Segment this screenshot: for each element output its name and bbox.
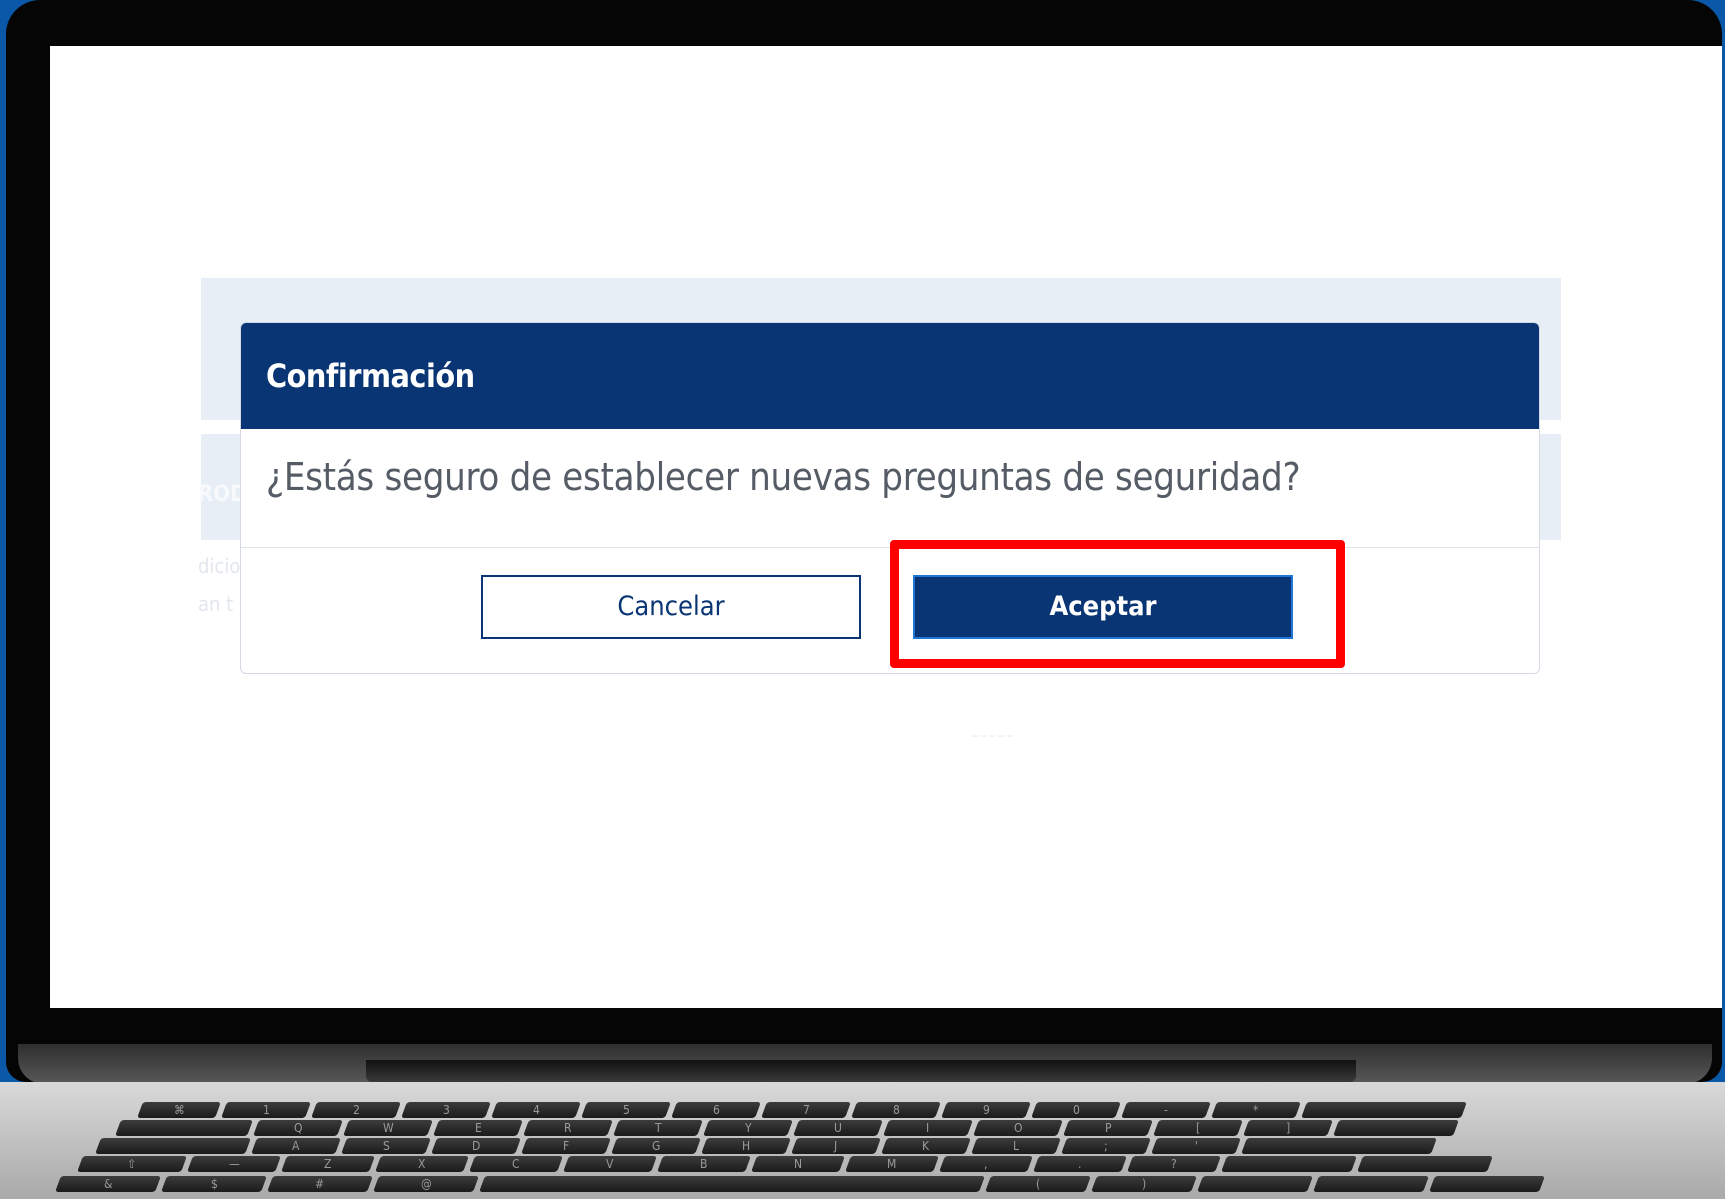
keyboard-key: F: [521, 1138, 611, 1154]
background-text-line: dicio: [198, 554, 241, 578]
keyboard-key: [: [1153, 1120, 1243, 1136]
keyboard-key: [1221, 1156, 1357, 1172]
keyboard-key: 9: [941, 1102, 1031, 1118]
background-text-line: an t: [198, 592, 234, 616]
keyboard-key: B: [657, 1156, 751, 1172]
keyboard-key: (: [985, 1176, 1091, 1192]
keyboard-key: #: [267, 1176, 373, 1192]
keyboard-key: 5: [581, 1102, 671, 1118]
keyboard-key: 3: [401, 1102, 491, 1118]
keyboard-key: 0: [1031, 1102, 1121, 1118]
keyboard-key: Q: [253, 1120, 343, 1136]
laptop-bezel: ROD dicio an t ‾ ‾ ‾ ‾ ‾ Confirmación ¿E…: [6, 0, 1722, 1082]
keyboard-row: Q W E R T Y U I O P[]: [115, 1120, 1459, 1136]
keyboard-key: [1197, 1176, 1313, 1192]
keyboard-key: $: [161, 1176, 267, 1192]
keyboard-key: —: [187, 1156, 281, 1172]
keyboard-key: [1333, 1120, 1459, 1136]
keyboard-key: T: [613, 1120, 703, 1136]
dialog-header: Confirmación: [241, 323, 1539, 429]
highlight-box: [890, 540, 1345, 668]
keyboard-key: [479, 1176, 985, 1192]
keyboard-key: Y: [703, 1120, 793, 1136]
keyboard-key: [1429, 1176, 1545, 1192]
keyboard-key: ): [1091, 1176, 1197, 1192]
keyboard-row: ⇧ — Z X C V B N M,.?: [77, 1156, 1493, 1172]
keyboard-key: X: [375, 1156, 469, 1172]
keyboard-key: [95, 1138, 251, 1154]
keyboard-key: 6: [671, 1102, 761, 1118]
keyboard-row: A S D F G H J K L; ': [95, 1138, 1437, 1154]
keyboard-key: G: [611, 1138, 701, 1154]
keyboard-key: S: [341, 1138, 431, 1154]
dialog-title: Confirmación: [266, 357, 475, 395]
keyboard-key: W: [343, 1120, 433, 1136]
keyboard-key: H: [701, 1138, 791, 1154]
keyboard-key: O: [973, 1120, 1063, 1136]
keyboard-key: [1301, 1102, 1467, 1118]
keyboard-key: [115, 1120, 253, 1136]
keyboard-key: ]: [1243, 1120, 1333, 1136]
keyboard-key: ⌘: [137, 1102, 221, 1118]
laptop-keyboard-deck: ⌘ 1 2 3 4 5 6 7 8 9 0- * Q W E R T Y U I O P[] A S D F G H J K L; ' ⇧…: [0, 1082, 1725, 1199]
keyboard-key: P: [1063, 1120, 1153, 1136]
keyboard-key: R: [523, 1120, 613, 1136]
laptop-screen: ROD dicio an t ‾ ‾ ‾ ‾ ‾ Confirmación ¿E…: [50, 46, 1722, 1008]
keyboard-key: J: [791, 1138, 881, 1154]
keyboard-key: 1: [221, 1102, 311, 1118]
keyboard-row: & $ # @ (): [55, 1176, 1545, 1192]
keyboard-key: *: [1211, 1102, 1301, 1118]
keyboard-key: ?: [1127, 1156, 1221, 1172]
keyboard-key: D: [431, 1138, 521, 1154]
keyboard-key: -: [1121, 1102, 1211, 1118]
keyboard-row: ⌘ 1 2 3 4 5 6 7 8 9 0- *: [137, 1102, 1467, 1118]
keyboard-key: ;: [1061, 1138, 1151, 1154]
keyboard-key: 4: [491, 1102, 581, 1118]
keyboard-key: K: [881, 1138, 971, 1154]
keyboard-key: V: [563, 1156, 657, 1172]
keyboard-key: @: [373, 1176, 479, 1192]
keyboard-key: A: [251, 1138, 341, 1154]
background-faint-mark: ‾ ‾ ‾ ‾ ‾: [972, 734, 1013, 748]
cancel-button[interactable]: Cancelar: [481, 575, 861, 639]
keyboard-key: [1357, 1156, 1493, 1172]
keyboard-key: Z: [281, 1156, 375, 1172]
keyboard-key: E: [433, 1120, 523, 1136]
laptop-hinge: [366, 1060, 1356, 1082]
keyboard-key: &: [55, 1176, 161, 1192]
keyboard-key: L: [971, 1138, 1061, 1154]
keyboard-key: ⇧: [77, 1156, 187, 1172]
keyboard-key: 7: [761, 1102, 851, 1118]
keyboard-key: M: [845, 1156, 939, 1172]
keyboard-key: [1313, 1176, 1429, 1192]
keyboard-key: I: [883, 1120, 973, 1136]
dialog-message: ¿Estás seguro de establecer nuevas pregu…: [266, 455, 1301, 499]
keyboard-key: ,: [939, 1156, 1033, 1172]
keyboard-key: U: [793, 1120, 883, 1136]
keyboard-key: C: [469, 1156, 563, 1172]
keyboard-key: [1241, 1138, 1437, 1154]
keyboard-key: ': [1151, 1138, 1241, 1154]
keyboard-key: N: [751, 1156, 845, 1172]
keyboard-key: 8: [851, 1102, 941, 1118]
keyboard-key: 2: [311, 1102, 401, 1118]
keyboard-key: .: [1033, 1156, 1127, 1172]
